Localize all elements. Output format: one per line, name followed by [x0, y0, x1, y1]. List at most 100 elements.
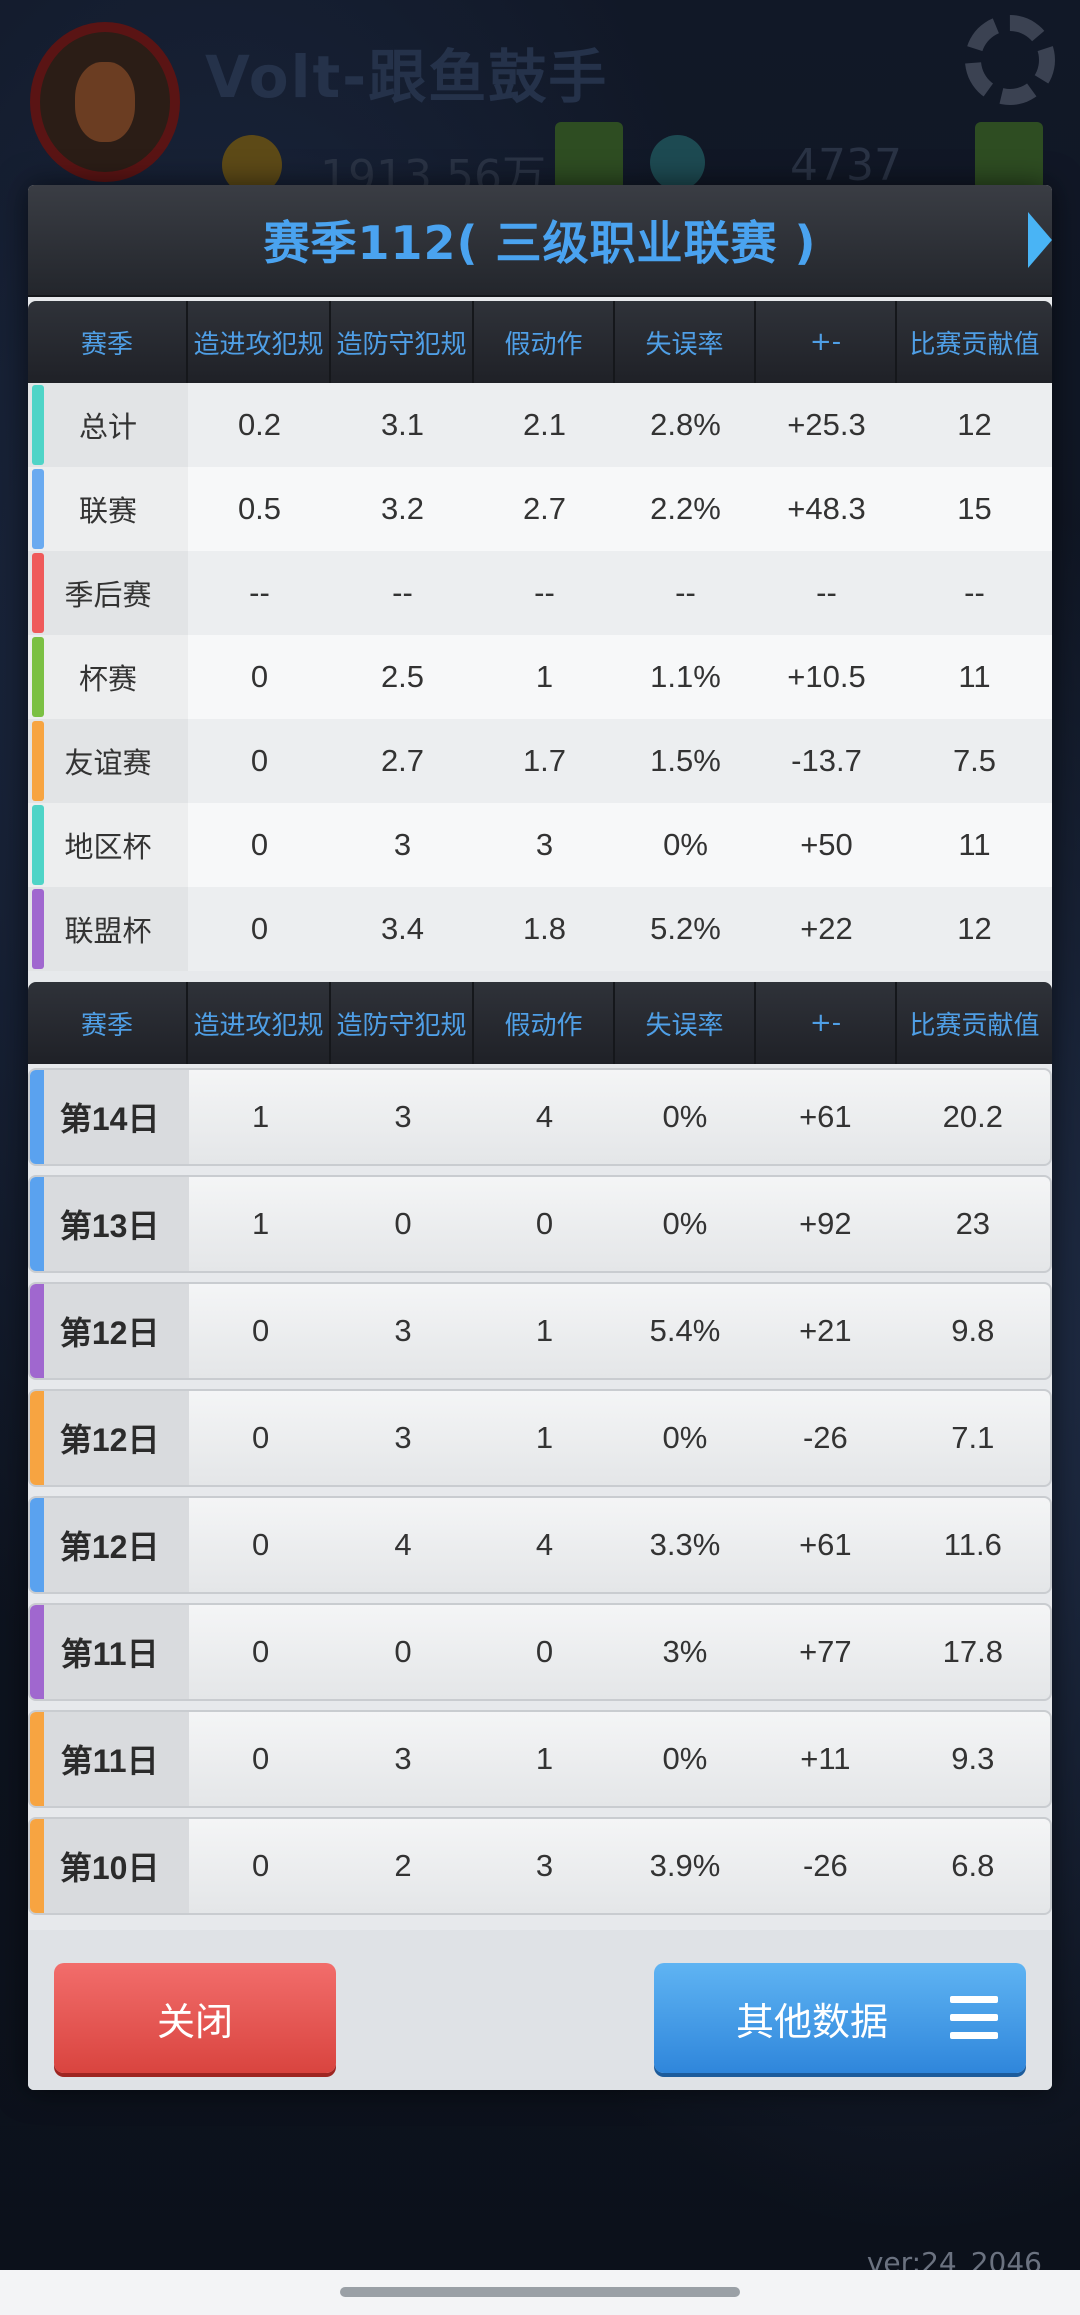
cell-plus-minus: +77 — [799, 1634, 852, 1669]
cell-offensive-foul: 0 — [251, 1527, 270, 1562]
season-stats-dialog: 赛季112( 三级职业联赛 ) 赛季 造进攻犯规 造防守犯规 假动作 失误率 +… — [28, 185, 1052, 2090]
cell-offensive-foul: 0 — [250, 911, 269, 946]
row-color-bar — [30, 1819, 44, 1913]
cell-contribution: 15 — [957, 491, 992, 526]
cell-defensive-foul: 3 — [393, 827, 412, 862]
header-offensive-foul: 造进攻犯规 — [188, 982, 331, 1064]
header-fake: 假动作 — [474, 982, 615, 1064]
row-color-bar — [30, 1605, 44, 1699]
row-color-bar — [30, 1391, 44, 1485]
header-season: 赛季 — [28, 982, 188, 1064]
cell-turnover-rate: 3.9% — [649, 1848, 721, 1883]
game-row[interactable]: 第10日 0 2 3 3.9% -26 6.8 — [28, 1817, 1052, 1915]
cell-fake: 1.7 — [522, 743, 567, 778]
row-color-bar — [32, 553, 44, 633]
row-label: 第14日 — [30, 1070, 190, 1164]
cell-offensive-foul: 0.5 — [237, 491, 282, 526]
cell-contribution: 17.8 — [942, 1634, 1003, 1669]
cell-defensive-foul: 3 — [394, 1099, 412, 1134]
row-color-bar — [30, 1177, 44, 1271]
cell-offensive-foul: 0 — [251, 1420, 270, 1455]
row-color-bar — [32, 637, 44, 717]
summary-row: 地区杯 0 3 3 0% +50 11 — [28, 803, 1052, 887]
gesture-bar[interactable] — [340, 2287, 740, 2297]
row-color-bar — [32, 385, 44, 465]
summary-table: 赛季 造进攻犯规 造防守犯规 假动作 失误率 +- 比赛贡献值 总计 0.2 3.1… — [28, 301, 1052, 971]
cell-defensive-foul: 2.7 — [380, 743, 425, 778]
cell-turnover-rate: 3.3% — [649, 1527, 721, 1562]
header-contribution: 比赛贡献值 — [909, 1010, 1040, 1041]
cell-fake: 2.1 — [522, 407, 567, 442]
summary-row: 杯赛 0 2.5 1 1.1% +10.5 11 — [28, 635, 1052, 719]
add-gems-button — [975, 122, 1043, 190]
cell-plus-minus: +10.5 — [787, 659, 866, 694]
other-data-button[interactable]: 其他数据 — [654, 1963, 1026, 2073]
cell-turnover-rate: -- — [675, 575, 696, 610]
cell-turnover-rate: 0% — [662, 1206, 708, 1241]
cell-fake: 0 — [535, 1634, 554, 1669]
next-arrow-icon[interactable] — [1028, 212, 1052, 268]
cell-fake: 1.8 — [522, 911, 567, 946]
game-row[interactable]: 第13日 1 0 0 0% +92 23 — [28, 1175, 1052, 1273]
cell-turnover-rate: 2.2% — [650, 491, 721, 526]
cell-defensive-foul: 4 — [394, 1527, 412, 1562]
header-fake: 假动作 — [474, 301, 615, 383]
game-log-table: 赛季 造进攻犯规 造防守犯规 假动作 失误率 +- 比赛贡献值 第14日 1 3 4 0… — [28, 982, 1052, 1915]
cell-contribution: 11 — [958, 827, 991, 862]
cell-offensive-foul: 0 — [251, 1848, 270, 1883]
dialog-footer: 关闭 其他数据 — [28, 1930, 1052, 2090]
row-label: 杯赛 — [28, 635, 188, 719]
header-turnover-rate: 失误率 — [615, 301, 756, 383]
cell-turnover-rate: 0% — [663, 827, 708, 862]
cell-defensive-foul: 3.2 — [380, 491, 425, 526]
summary-row: 联盟杯 0 3.4 1.8 5.2% +22 12 — [28, 887, 1052, 971]
row-color-bar — [30, 1070, 44, 1164]
header-plus-minus: +- — [756, 982, 897, 1064]
cell-contribution: 7.1 — [951, 1420, 995, 1455]
header-defensive-foul: 造防守犯规 — [331, 982, 474, 1064]
avatar — [30, 22, 180, 182]
header-turnover-rate: 失误率 — [615, 982, 756, 1064]
header-plus-minus: +- — [756, 301, 897, 383]
cell-defensive-foul: 0 — [394, 1634, 412, 1669]
cell-offensive-foul: 1 — [251, 1099, 270, 1134]
cell-turnover-rate: 3% — [662, 1634, 708, 1669]
cell-defensive-foul: 3.4 — [380, 911, 425, 946]
row-label: 第12日 — [30, 1391, 190, 1485]
cell-plus-minus: +92 — [799, 1206, 852, 1241]
row-label: 第13日 — [30, 1177, 190, 1271]
cell-plus-minus: +50 — [800, 827, 853, 862]
row-color-bar — [30, 1712, 44, 1806]
summary-row: 季后赛 -- -- -- -- -- -- — [28, 551, 1052, 635]
cell-plus-minus: +61 — [799, 1527, 852, 1562]
game-row[interactable]: 第14日 1 3 4 0% +61 20.2 — [28, 1068, 1052, 1166]
cell-turnover-rate: 1.1% — [650, 659, 721, 694]
row-color-bar — [32, 469, 44, 549]
game-row[interactable]: 第12日 0 3 1 5.4% +21 9.8 — [28, 1282, 1052, 1380]
cell-fake: 1 — [535, 1420, 554, 1455]
cell-contribution: 23 — [955, 1206, 991, 1241]
game-row[interactable]: 第11日 0 3 1 0% +11 9.3 — [28, 1710, 1052, 1808]
cell-fake: 2.7 — [522, 491, 567, 526]
close-button[interactable]: 关闭 — [54, 1963, 336, 2073]
game-row[interactable]: 第12日 0 4 4 3.3% +61 11.6 — [28, 1496, 1052, 1594]
cell-turnover-rate: 1.5% — [650, 743, 721, 778]
summary-row: 联赛 0.5 3.2 2.7 2.2% +48.3 15 — [28, 467, 1052, 551]
cell-fake: 1 — [535, 659, 554, 694]
row-label: 季后赛 — [28, 551, 188, 635]
cell-plus-minus: -26 — [802, 1420, 848, 1455]
cell-offensive-foul: 1 — [251, 1206, 270, 1241]
row-label: 总计 — [28, 383, 188, 467]
cell-fake: 0 — [535, 1206, 554, 1241]
game-row[interactable]: 第11日 0 0 0 3% +77 17.8 — [28, 1603, 1052, 1701]
cell-offensive-foul: 0.2 — [237, 407, 282, 442]
row-label: 第11日 — [30, 1712, 190, 1806]
cell-fake: 4 — [535, 1527, 554, 1562]
game-row[interactable]: 第12日 0 3 1 0% -26 7.1 — [28, 1389, 1052, 1487]
cell-contribution: 11.6 — [943, 1527, 1002, 1562]
game-header-row: 赛季 造进攻犯规 造防守犯规 假动作 失误率 +- 比赛贡献值 — [28, 982, 1052, 1064]
cell-turnover-rate: 5.2% — [650, 911, 721, 946]
cell-contribution: 9.3 — [951, 1741, 995, 1776]
row-label: 第10日 — [30, 1819, 190, 1913]
header-offensive-foul: 造进攻犯规 — [188, 301, 331, 383]
